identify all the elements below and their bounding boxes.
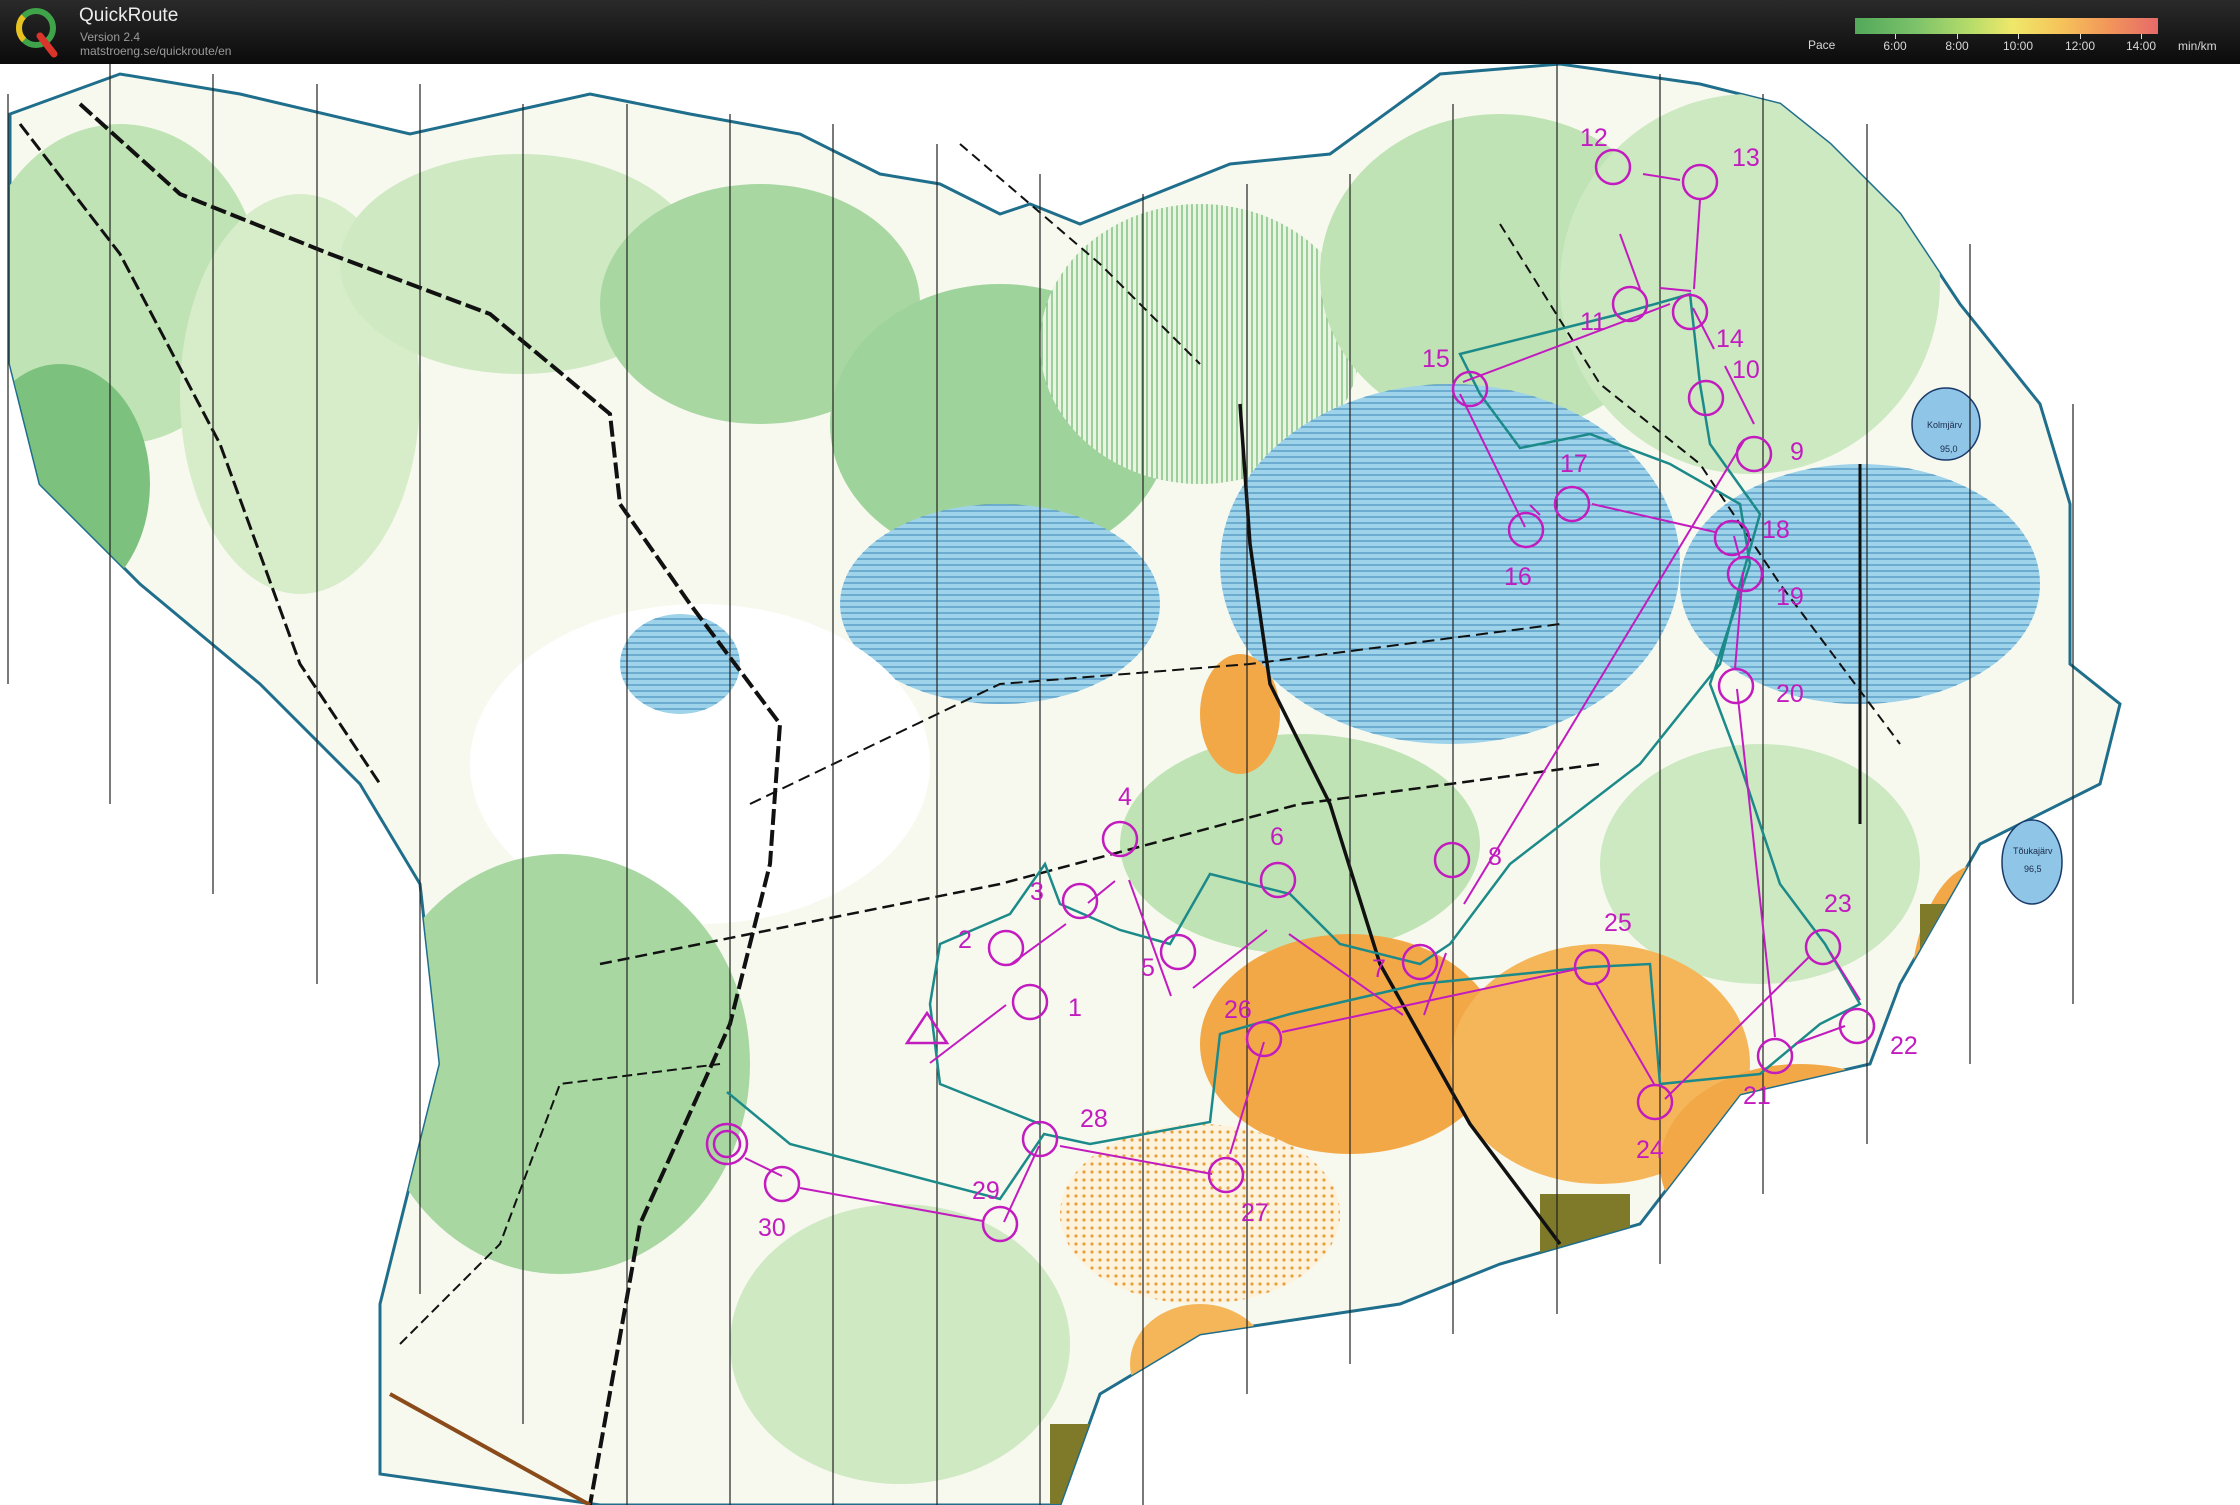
control-number: 17 [1560,450,1588,478]
lake-height-label: 96,5 [2024,864,2042,874]
pace-color-scale [1855,18,2158,34]
lake-name-label: Tõukajärv [2013,846,2053,856]
pace-tick-label: 14:00 [2125,39,2157,53]
pace-tick-label: 10:00 [2002,39,2034,53]
control-number: 21 [1743,1082,1771,1110]
lake-name-label: Kolmjärv [1927,420,1963,430]
control-number: 28 [1080,1105,1108,1133]
control-number: 24 [1636,1136,1664,1164]
control-number: 30 [758,1214,786,1242]
control-number: 19 [1776,583,1804,611]
app-url[interactable]: matstroeng.se/quickroute/en [80,44,231,58]
control-number: 10 [1732,356,1760,384]
app-version: Version 2.4 [80,30,141,44]
control-number: 8 [1488,843,1502,871]
pace-legend-label: Pace [1808,38,1836,52]
control-number: 5 [1141,954,1155,982]
lake-height-label: 95,0 [1940,444,1958,454]
control-number: 1 [1068,994,1082,1022]
control-number: 12 [1580,124,1608,152]
control-number: 29 [972,1177,1000,1205]
control-number: 11 [1580,308,1606,336]
control-number: 4 [1118,783,1132,811]
control-number: 16 [1504,563,1532,591]
control-number: 26 [1224,996,1252,1024]
control-number: 25 [1604,909,1632,937]
control-number: 9 [1790,438,1804,466]
control-number: 15 [1422,345,1450,373]
control-number: 7 [1372,955,1386,983]
control-number: 23 [1824,890,1852,918]
control-number: 14 [1716,325,1744,353]
pace-tick-label: 12:00 [2064,39,2096,53]
app-header: QuickRoute Version 2.4 matstroeng.se/qui… [0,0,2240,64]
pace-unit-label: min/km [2178,39,2217,53]
app-title: QuickRoute [79,5,179,26]
control-number: 13 [1732,144,1760,172]
control-number: 6 [1270,823,1284,851]
control-number: 22 [1890,1032,1918,1060]
control-number: 3 [1030,878,1044,906]
pace-tick-label: 6:00 [1883,39,1907,53]
quickroute-q-logo-icon [16,8,58,58]
pace-tick-label: 8:00 [1945,39,1969,53]
control-number: 27 [1241,1199,1269,1227]
control-number: 20 [1776,680,1804,708]
control-number: 18 [1762,516,1790,544]
lake-toukajarv [2001,819,2063,905]
orienteering-map[interactable]: Kolmjärv 95,0 Tõukajärv 96,5 1 2 3 4 5 6… [0,64,2240,1505]
control-number: 2 [958,926,972,954]
